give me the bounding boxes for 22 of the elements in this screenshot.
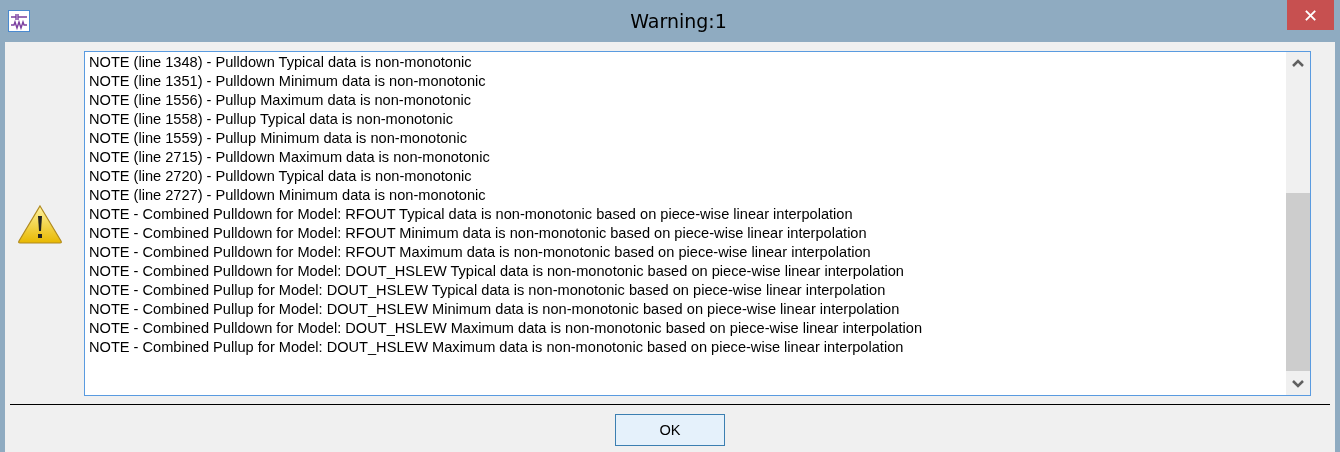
message-line: NOTE (line 2720) - Pulldown Typical data is non-monotonic xyxy=(89,167,473,186)
message-line: NOTE (line 1558) - Pullup Typical data is non-monotonic xyxy=(89,110,454,129)
message-line: NOTE (line 1559) - Pullup Minimum data is non-monotonic xyxy=(89,129,468,148)
scrollbar[interactable] xyxy=(1286,52,1310,395)
warning-icon xyxy=(17,203,63,244)
message-line: NOTE - Combined Pulldown for Model: DOUT_HSLEW Typical data is non-monotonic based on piece-wise linear interpolation xyxy=(89,262,905,281)
message-line: NOTE - Combined Pulldown for Model: DOUT_HSLEW Maximum data is non-monotonic based on piece-wise linear interpolation xyxy=(89,319,924,338)
message-line: NOTE - Combined Pulldown for Model: RFOUT Maximum data is non-monotonic based on piece-wise linear interpolation xyxy=(89,243,872,262)
message-line: NOTE (line 2715) - Pulldown Maximum data is non-monotonic xyxy=(89,148,491,167)
ok-button[interactable]: OK xyxy=(615,414,725,446)
message-line: NOTE - Combined Pulldown for Model: RFOUT Minimum data is non-monotonic based on piece-wise linear interpolation xyxy=(89,224,868,243)
message-line: NOTE (line 1351) - Pulldown Minimum data is non-monotonic xyxy=(89,72,487,91)
message-line: NOTE (line 1348) - Pulldown Typical data is non-monotonic xyxy=(89,53,473,72)
app-icon xyxy=(8,10,30,32)
message-line: NOTE - Combined Pullup for Model: DOUT_HSLEW Minimum data is non-monotonic based on piece-wise linear interpolation xyxy=(89,300,901,319)
message-line: NOTE - Combined Pullup for Model: DOUT_HSLEW Maximum data is non-monotonic based on piece-wise linear interpolation xyxy=(89,338,905,357)
message-line: NOTE (line 1556) - Pullup Maximum data is non-monotonic xyxy=(89,91,473,110)
close-button[interactable]: ✕ xyxy=(1287,0,1334,30)
message-line: NOTE (line 2727) - Pulldown Minimum data is non-monotonic xyxy=(89,186,487,205)
message-line: NOTE - Combined Pulldown for Model: RFOUT Typical data is non-monotonic based on piece-wise linear interpolation xyxy=(89,205,854,224)
window-title: Warning:1 xyxy=(629,10,728,32)
message-line: NOTE - Combined Pullup for Model: DOUT_HSLEW Typical data is non-monotonic based on piece-wise linear interpolation xyxy=(89,281,887,300)
